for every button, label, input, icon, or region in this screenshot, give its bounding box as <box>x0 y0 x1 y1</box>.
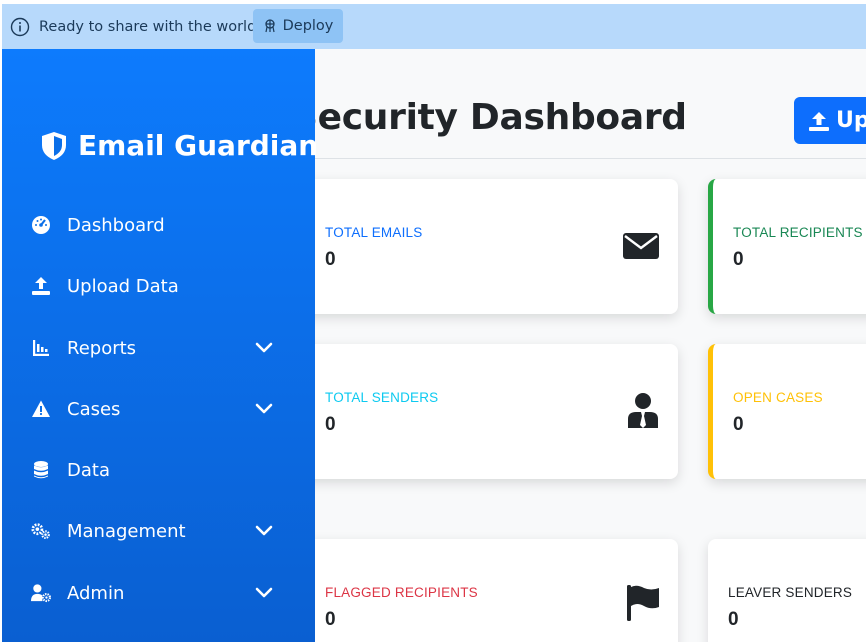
sidebar-item-reports[interactable]: Reports <box>2 326 315 370</box>
card-value: 0 <box>733 414 744 435</box>
dashboard-gauge-icon <box>30 214 52 236</box>
user-tie-icon <box>628 393 658 428</box>
chevron-down-icon[interactable] <box>253 520 275 542</box>
deploy-label: Deploy <box>282 18 334 34</box>
chevron-down-icon[interactable] <box>253 337 275 359</box>
upload-icon <box>809 111 829 131</box>
title-divider <box>292 158 866 159</box>
card-value: 0 <box>325 414 336 435</box>
user-cog-icon <box>30 582 52 604</box>
card-value: 0 <box>325 609 336 630</box>
sidebar-item-label: Upload Data <box>67 275 179 297</box>
sidebar-item-label: Data <box>67 459 110 481</box>
stat-card-leaver-senders: LEAVER SENDERS 0 <box>708 539 866 642</box>
gears-icon <box>30 520 52 542</box>
deploy-icon <box>264 19 275 33</box>
card-label: LEAVER SENDERS <box>728 585 853 600</box>
sidebar: Email Guardian Dashboard Upload Data Rep… <box>2 49 318 642</box>
flag-icon <box>627 585 659 621</box>
info-icon <box>10 17 30 36</box>
sidebar-item-cases[interactable]: Cases <box>2 387 315 431</box>
sidebar-item-label: Management <box>67 520 186 542</box>
deploy-banner: Ready to share with the world? Deploy <box>2 4 866 49</box>
warning-icon <box>30 398 52 420</box>
stat-card-flagged-recipients: FLAGGED RECIPIENTS 0 <box>278 539 678 642</box>
stat-card-open-cases: OPEN CASES 0 <box>708 344 866 479</box>
card-value: 0 <box>728 609 739 630</box>
upload-icon <box>30 275 52 297</box>
card-label: TOTAL RECIPIENTS <box>733 225 863 240</box>
sidebar-item-data[interactable]: Data <box>2 448 315 492</box>
sidebar-item-dashboard[interactable]: Dashboard <box>2 203 315 247</box>
stat-card-total-senders: TOTAL SENDERS 0 <box>278 344 678 479</box>
chart-icon <box>30 337 52 359</box>
stat-card-total-emails: TOTAL EMAILS 0 <box>278 179 678 314</box>
sidebar-item-management[interactable]: Management <box>2 509 315 553</box>
sidebar-item-upload-data[interactable]: Upload Data <box>2 264 315 308</box>
chevron-down-icon[interactable] <box>253 398 275 420</box>
card-label: TOTAL EMAILS <box>325 225 423 240</box>
deploy-button[interactable]: Deploy <box>253 9 343 43</box>
card-label: TOTAL SENDERS <box>325 390 439 405</box>
envelope-icon <box>623 233 659 259</box>
database-icon <box>30 459 52 481</box>
card-label: OPEN CASES <box>733 390 823 405</box>
brand-name: Email Guardian <box>78 129 319 162</box>
upload-button[interactable]: Upl <box>794 97 866 144</box>
card-value: 0 <box>733 249 744 270</box>
banner-message: Ready to share with the world? <box>39 18 264 35</box>
stat-card-total-recipients: TOTAL RECIPIENTS 0 <box>708 179 866 314</box>
sidebar-item-label: Dashboard <box>67 214 165 236</box>
upload-label: Upl <box>836 108 866 133</box>
shield-icon <box>42 131 66 160</box>
card-label: FLAGGED RECIPIENTS <box>325 585 478 600</box>
sidebar-item-label: Admin <box>67 582 125 604</box>
chevron-down-icon[interactable] <box>253 582 275 604</box>
sidebar-item-admin[interactable]: Admin <box>2 571 315 615</box>
sidebar-item-label: Cases <box>67 398 121 420</box>
page-title: Security Dashboard <box>292 97 687 138</box>
sidebar-item-label: Reports <box>67 337 137 359</box>
card-value: 0 <box>325 249 336 270</box>
brand[interactable]: Email Guardian <box>40 129 318 162</box>
